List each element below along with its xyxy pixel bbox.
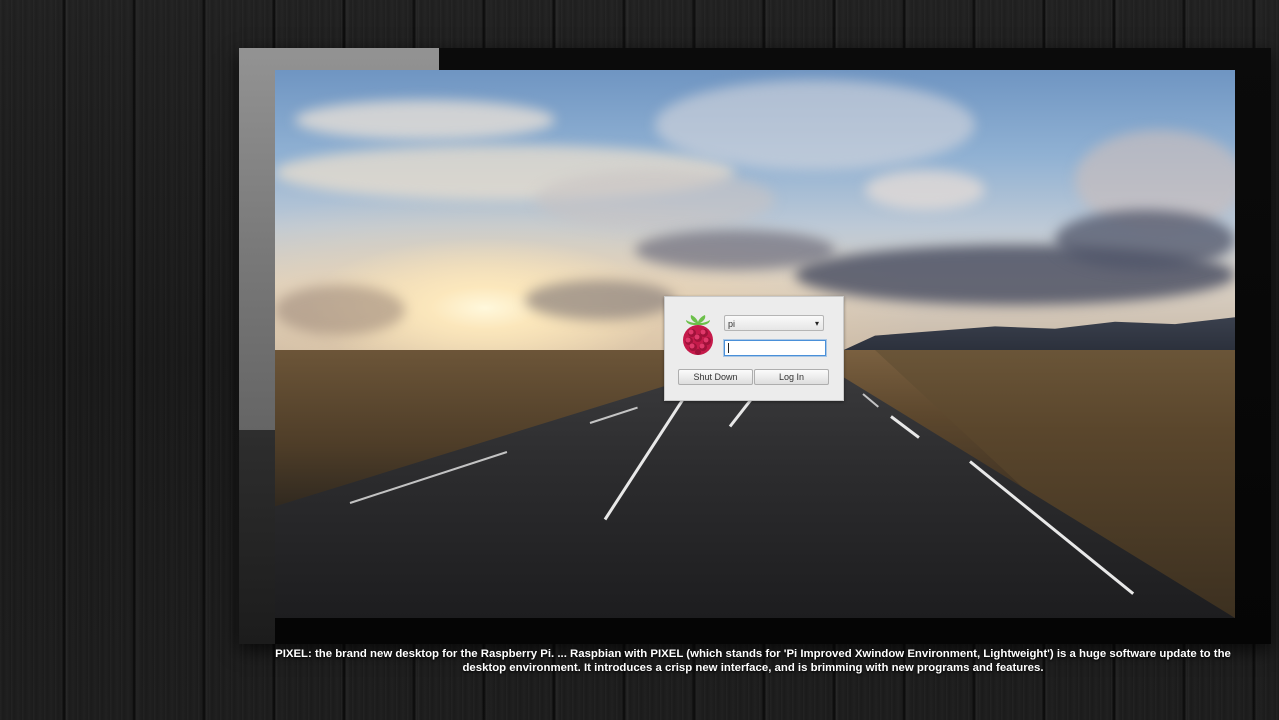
cloud xyxy=(525,280,675,320)
shutdown-button[interactable]: Shut Down xyxy=(678,369,753,385)
text-caret xyxy=(728,343,729,353)
login-button[interactable]: Log In xyxy=(754,369,829,385)
username-value: pi xyxy=(728,319,736,329)
cloud xyxy=(655,80,975,170)
username-select[interactable]: pi ▾ xyxy=(724,315,824,331)
cloud xyxy=(535,170,775,230)
cloud xyxy=(635,230,835,270)
frame-edge xyxy=(239,430,275,644)
leaves-icon xyxy=(686,315,710,325)
cloud xyxy=(1055,210,1235,270)
cloud xyxy=(295,100,555,140)
login-dialog: pi ▾ Shut Down Log In xyxy=(664,296,844,401)
password-field[interactable] xyxy=(724,340,826,356)
chevron-down-icon[interactable]: ▾ xyxy=(815,316,819,332)
caption-text: PIXEL: the brand new desktop for the Ras… xyxy=(275,648,1231,674)
cloud xyxy=(275,285,405,335)
cloud xyxy=(865,170,985,210)
raspberry-pi-logo xyxy=(683,315,713,355)
